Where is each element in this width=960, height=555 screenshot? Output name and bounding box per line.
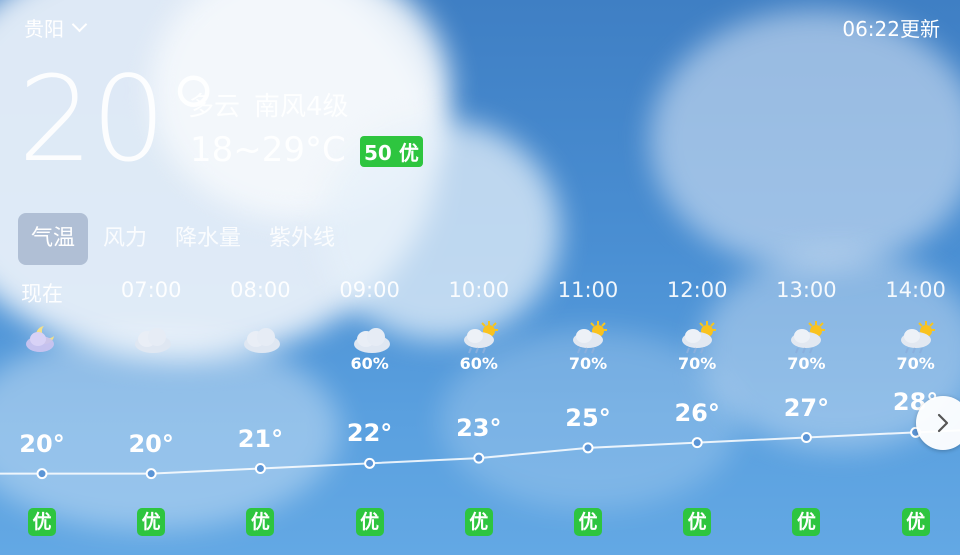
sun-rain-icon [786, 318, 830, 358]
sun-rain-icon [459, 318, 503, 358]
hour-time: 现在 [21, 282, 63, 306]
sun-rain-icon [568, 318, 612, 358]
hour-temperature: 25° [565, 403, 611, 432]
air-quality-badge: 优 [464, 508, 493, 536]
hour-time: 11:00 [557, 278, 619, 302]
hour-column: 现在 20° 优 [2, 278, 82, 536]
hour-column: 08:00 21° 优 [220, 278, 300, 536]
cloud-icon [240, 318, 284, 358]
hour-column: 07:00 20° 优 [111, 278, 191, 536]
hour-temperature: 23° [456, 414, 502, 443]
hour-time: 12:00 [666, 278, 728, 302]
hour-temperature: 26° [674, 398, 720, 427]
sun-rain-icon [896, 318, 940, 358]
hour-temperature: 21° [237, 424, 284, 453]
air-quality-badge: 优 [683, 508, 712, 536]
hour-time: 08:00 [230, 278, 291, 302]
hour-column: 09:00 60% 22° 优 [330, 278, 410, 536]
hour-column: 13:00 70% 27° 优 [766, 278, 846, 536]
temperature-point [254, 463, 266, 474]
air-quality-badge: 优 [574, 508, 602, 536]
hour-column: 14:00 70% 28° 优 [876, 278, 956, 536]
chevron-right-icon [937, 413, 949, 433]
hour-time: 10:00 [448, 278, 510, 302]
hour-column: 10:00 60% 23° 优 [439, 278, 519, 536]
hour-time: 07:00 [120, 278, 182, 302]
air-quality-badge: 优 [792, 508, 821, 536]
temperature-point [364, 457, 376, 469]
air-quality-badge: 优 [355, 508, 384, 536]
temperature-point [473, 452, 485, 464]
temperature-point [36, 468, 48, 480]
hour-time: 13:00 [776, 278, 837, 302]
sun-rain-icon [677, 318, 721, 358]
temperature-point [582, 442, 594, 454]
moon-cloud-icon [22, 318, 66, 358]
temperature-point [145, 468, 157, 480]
cloud-icon [350, 318, 394, 358]
air-quality-badge: 优 [901, 508, 930, 536]
precip-chance: 70% [568, 354, 608, 373]
precip-chance: 60% [350, 354, 389, 373]
cloud-icon [131, 318, 175, 358]
precip-chance: 70% [787, 354, 826, 373]
hour-time: 14:00 [885, 278, 946, 302]
temperature-point [691, 437, 703, 449]
hour-column: 11:00 70% 25° 优 [548, 278, 628, 536]
air-quality-badge: 优 [246, 508, 275, 536]
hour-temperature: 22° [346, 419, 393, 448]
hour-time: 09:00 [339, 278, 400, 302]
temperature-point [800, 432, 812, 443]
air-quality-badge: 优 [28, 508, 56, 536]
hour-temperature: 20° [128, 429, 174, 458]
air-quality-badge: 优 [137, 508, 166, 536]
hour-temperature: 27° [783, 393, 830, 422]
hour-temperature: 20° [19, 429, 65, 458]
precip-chance: 70% [678, 354, 717, 373]
precip-chance: 70% [896, 354, 935, 373]
hour-column: 12:00 70% 26° 优 [657, 278, 737, 536]
precip-chance: 60% [459, 354, 498, 373]
